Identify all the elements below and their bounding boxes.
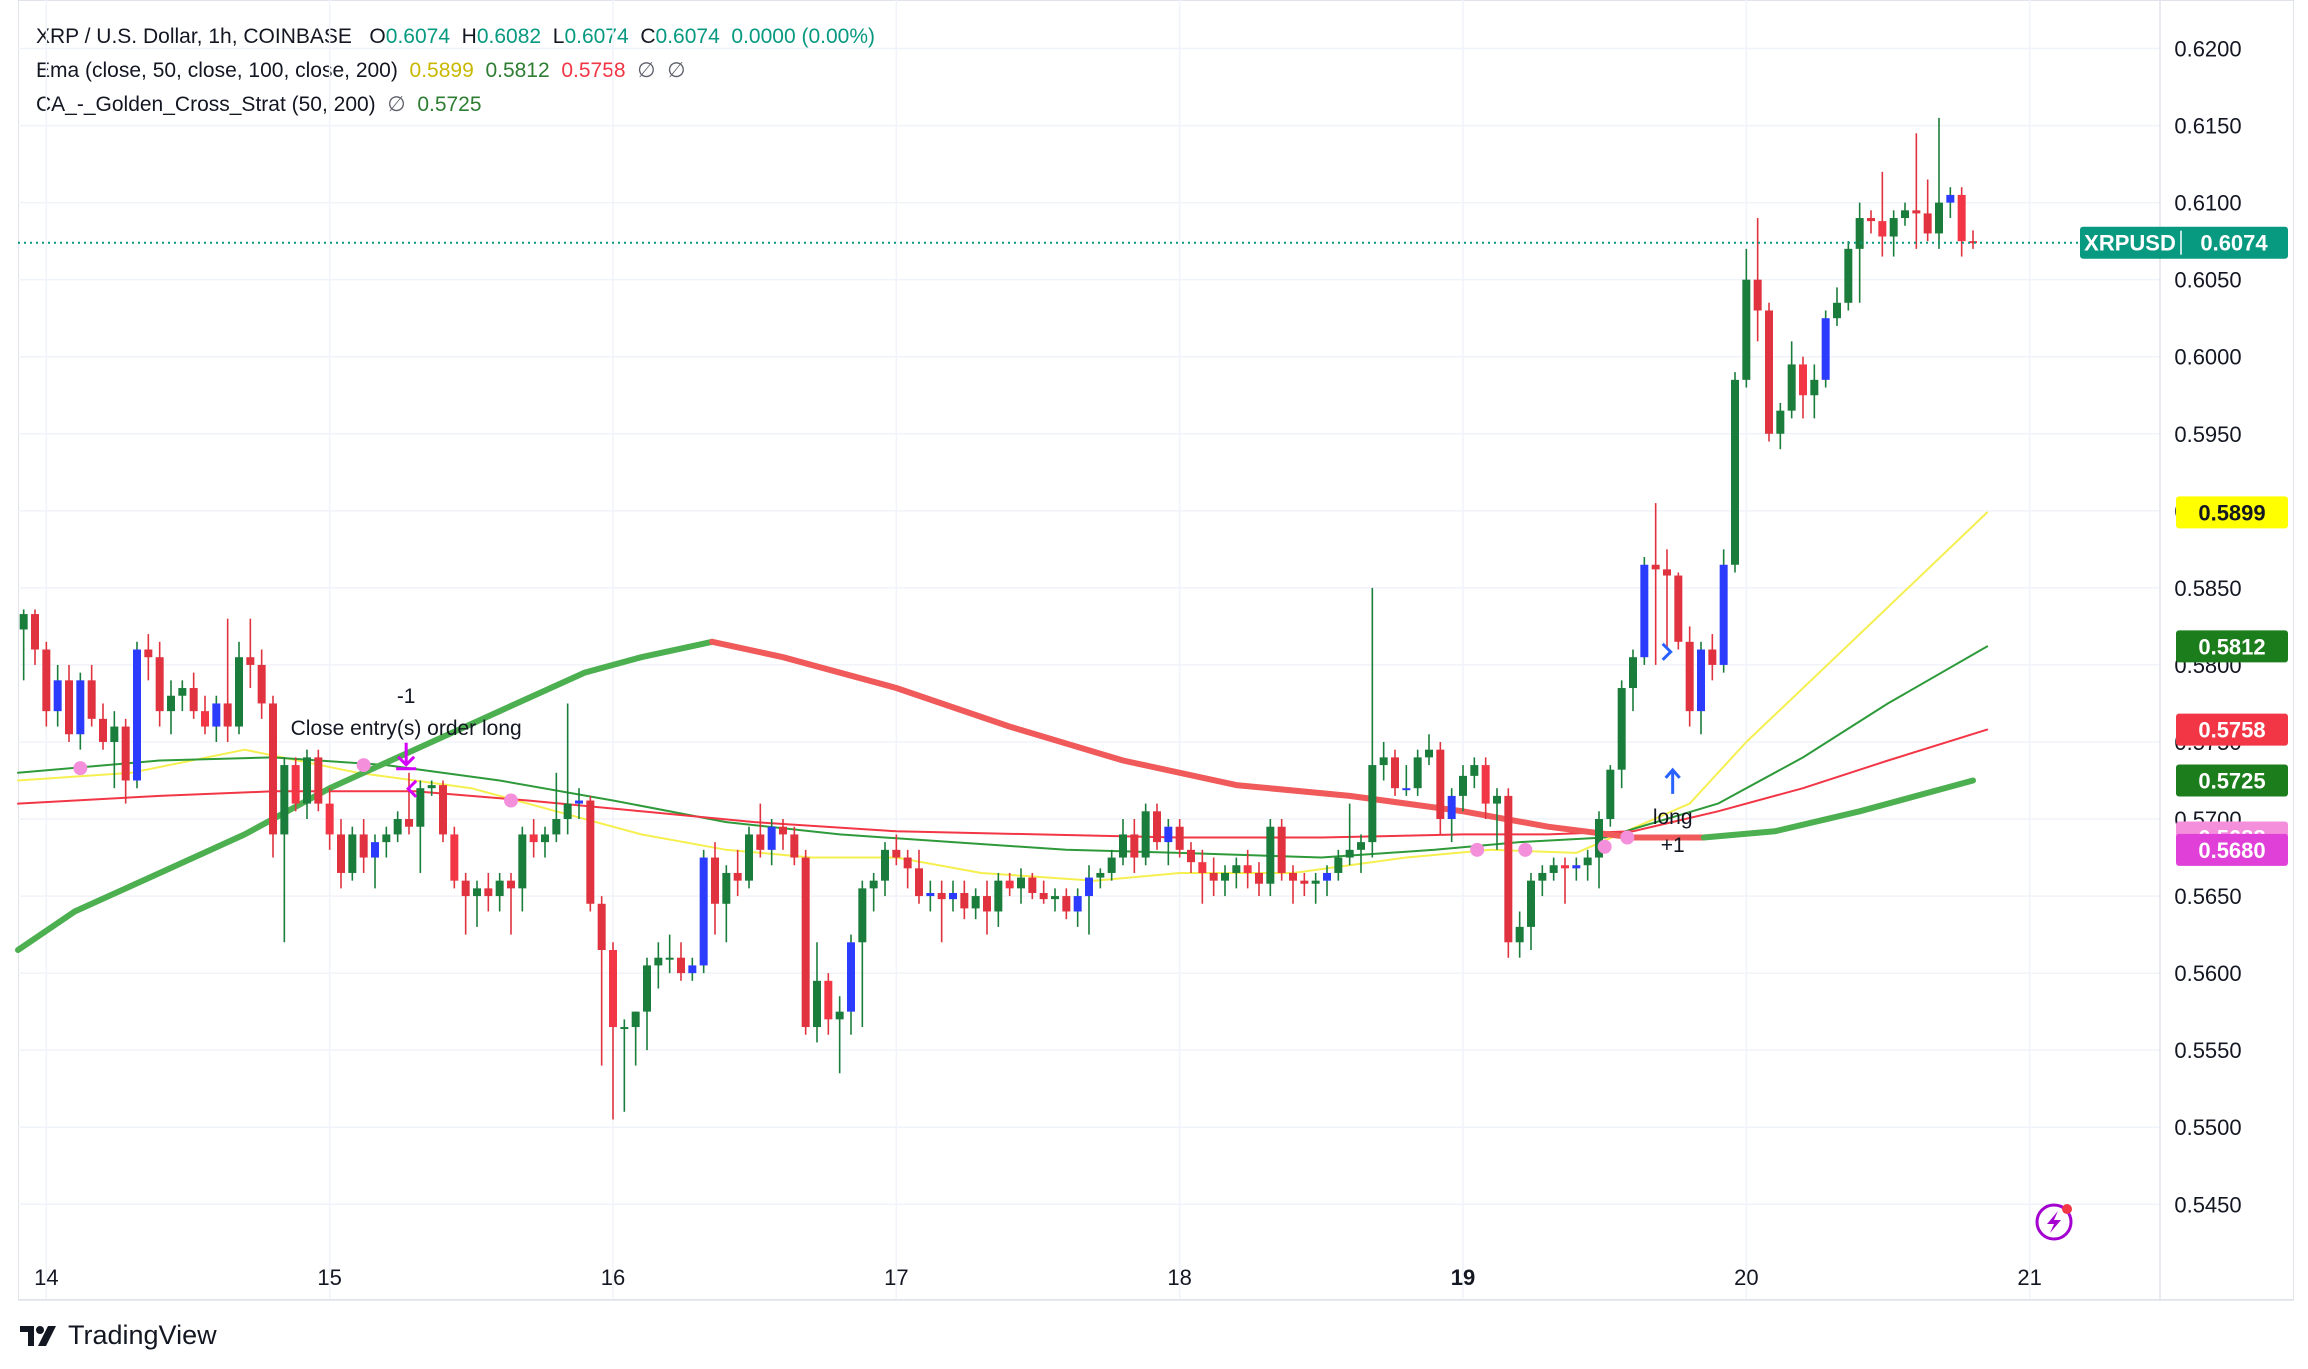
close-label: C (640, 25, 656, 48)
open-label: O (369, 25, 386, 48)
tradingview-logo-icon (20, 1325, 56, 1346)
high-value: 0.6082 (476, 25, 542, 48)
change-value: 0.0000 (0.00%) (731, 25, 876, 48)
ema100-value: 0.5812 (485, 59, 550, 82)
tradingview-logo[interactable]: TradingView (20, 1320, 217, 1351)
open-value: 0.6074 (385, 25, 450, 48)
brand-name: TradingView (68, 1320, 217, 1350)
high-label: H (461, 25, 477, 48)
ema50-value: 0.5899 (409, 59, 474, 82)
na-value-3: ∅ (387, 93, 406, 116)
low-value: 0.6074 (564, 25, 629, 48)
na-value-1: ∅ (637, 59, 656, 82)
legend-ema-row: Ema (close, 50, close, 100, close, 200) … (36, 54, 875, 88)
chart-frame (18, 0, 2294, 1300)
strat-label[interactable]: CA_-_Golden_Cross_Strat (50, 200) (36, 93, 376, 116)
na-value-2: ∅ (667, 59, 686, 82)
strat-value: 0.5725 (417, 93, 482, 116)
legend-symbol-row: XRP / U.S. Dollar, 1h, COINBASE O0.6074 … (36, 20, 875, 54)
low-label: L (552, 25, 565, 48)
legend-strat-row: CA_-_Golden_Cross_Strat (50, 200) ∅ 0.57… (36, 88, 875, 122)
symbol-title[interactable]: XRP / U.S. Dollar, 1h, COINBASE (36, 25, 352, 48)
close-value: 0.6074 (655, 25, 720, 48)
chart-legend: XRP / U.S. Dollar, 1h, COINBASE O0.6074 … (36, 20, 875, 122)
ema200-value: 0.5758 (561, 59, 626, 82)
ema-label[interactable]: Ema (close, 50, close, 100, close, 200) (36, 59, 398, 82)
